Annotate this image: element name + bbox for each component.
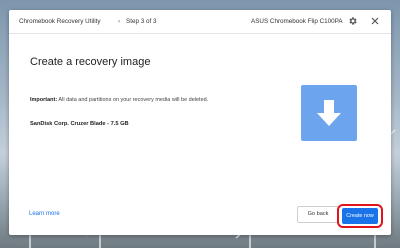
app-title: Chromebook Recovery Utility xyxy=(19,18,101,25)
selected-media: SanDisk Corp. Cruzer Blade - 7.5 GB xyxy=(30,121,129,127)
warning-message: Important: All data and partitions on yo… xyxy=(30,96,240,105)
download-arrow-icon xyxy=(317,100,341,126)
close-icon[interactable] xyxy=(370,16,380,26)
breadcrumb-separator: › xyxy=(118,18,121,25)
go-back-button[interactable]: Go back xyxy=(297,206,339,223)
device-model: ASUS Chromebook Flip C100PA xyxy=(251,18,343,25)
learn-more-link[interactable]: Learn more xyxy=(29,211,60,217)
create-now-button[interactable]: Create now xyxy=(342,208,378,224)
download-tile xyxy=(301,85,357,141)
recovery-dialog: Chromebook Recovery Utility › Step 3 of … xyxy=(9,10,391,235)
title-bar: Chromebook Recovery Utility › Step 3 of … xyxy=(9,10,391,34)
page-title: Create a recovery image xyxy=(30,56,151,68)
gear-icon[interactable] xyxy=(348,16,358,26)
warning-text: All data and partitions on your recovery… xyxy=(57,97,209,103)
warning-label: Important: xyxy=(30,97,58,103)
step-indicator: Step 3 of 3 xyxy=(126,18,157,25)
